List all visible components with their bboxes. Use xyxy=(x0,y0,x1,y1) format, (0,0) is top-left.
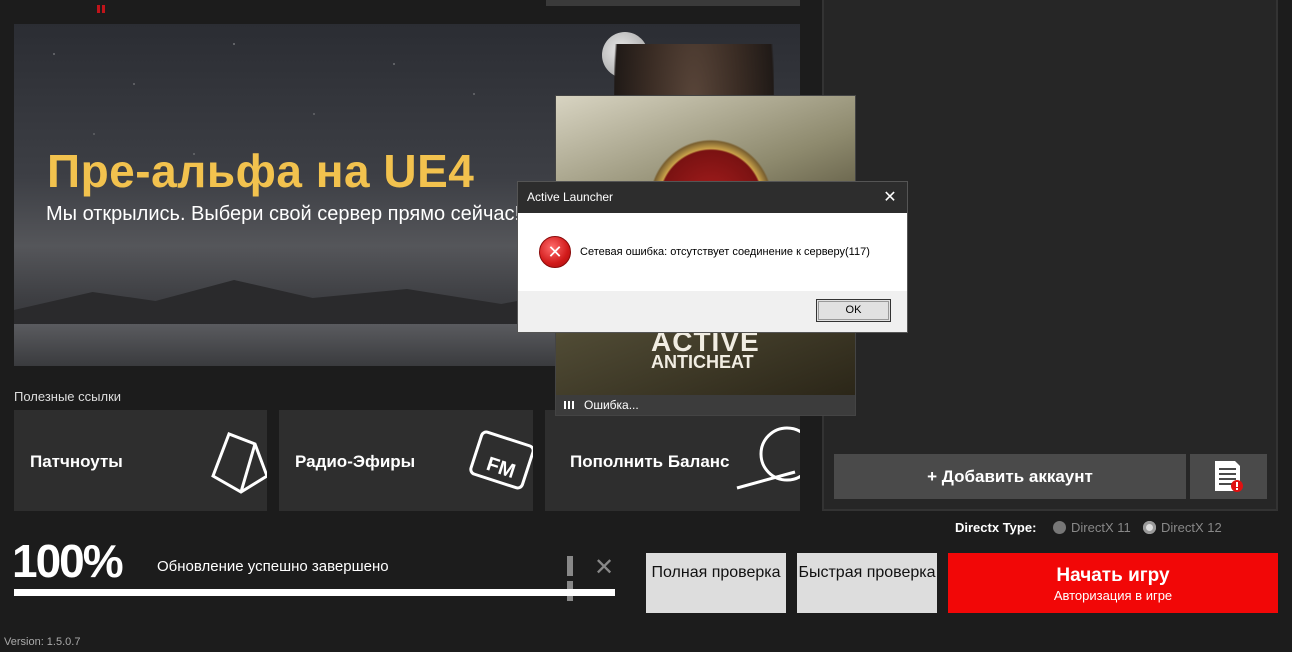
banner-subtitle: Мы открылись. Выбери свой сервер прямо с… xyxy=(46,203,521,225)
version-label: Version: 1.5.0.7 xyxy=(4,636,81,648)
dialog-message: Сетевая ошибка: отсутствует соединение к… xyxy=(580,246,870,258)
splash-status-text: Ошибка... xyxy=(584,398,639,412)
close-icon[interactable]: ✕ xyxy=(873,182,907,213)
log-button[interactable] xyxy=(1190,454,1267,499)
pause-icon[interactable] xyxy=(567,556,583,601)
logo-fragment xyxy=(97,0,107,13)
splash-brand-line2: ANTICHEAT xyxy=(651,352,754,372)
book-icon xyxy=(211,432,267,494)
dialog-title: Active Launcher xyxy=(527,190,614,204)
start-game-button[interactable]: Начать игру Авторизация в игре xyxy=(948,553,1278,613)
directx-12-radio[interactable]: DirectX 12 xyxy=(1143,520,1222,535)
start-game-label: Начать игру xyxy=(1056,565,1170,586)
top-bar-fragment xyxy=(546,0,800,6)
loading-bars-icon xyxy=(564,395,576,415)
update-percent: 100% xyxy=(12,535,124,587)
link-card-label: Патчноуты xyxy=(30,452,123,471)
update-progress-bar xyxy=(14,589,615,596)
progress-fill xyxy=(14,589,615,596)
error-dialog: Active Launcher ✕ ✕ Сетевая ошибка: отсу… xyxy=(517,181,908,333)
directx-option-label: DirectX 12 xyxy=(1161,520,1222,535)
start-game-sublabel: Авторизация в игре xyxy=(1053,588,1173,603)
link-card-label: Пополнить Баланс xyxy=(570,452,730,471)
ok-button[interactable]: OK xyxy=(816,299,891,322)
directx-type-label: Directx Type: xyxy=(955,520,1037,535)
radio-selected-icon xyxy=(1143,521,1156,534)
add-account-button[interactable]: + Добавить аккаунт xyxy=(834,454,1186,499)
quick-check-button[interactable]: Быстрая проверка xyxy=(797,553,937,613)
update-status: Обновление успешно завершено xyxy=(157,558,389,575)
directx-11-radio[interactable]: DirectX 11 xyxy=(1053,520,1131,535)
dialog-footer: OK xyxy=(518,291,907,332)
useful-links-label: Полезные ссылки xyxy=(14,389,122,404)
link-card-patchnotes[interactable]: Патчноуты xyxy=(14,410,267,511)
fm-radio-icon: FM xyxy=(469,430,533,490)
link-card-radio[interactable]: Радио-Эфиры FM xyxy=(279,410,533,511)
splash-status-bar: Ошибка... xyxy=(556,395,855,415)
dialog-body: ✕ Сетевая ошибка: отсутствует соединение… xyxy=(518,213,907,291)
directx-option-label: DirectX 11 xyxy=(1071,520,1131,535)
radio-icon xyxy=(1053,521,1066,534)
banner-title: Пре-альфа на UE4 xyxy=(47,145,475,197)
link-card-balance[interactable]: Пополнить Баланс xyxy=(545,410,800,511)
wallet-icon xyxy=(736,426,800,490)
cancel-update-icon[interactable]: ✕ xyxy=(594,553,614,582)
link-card-label: Радио-Эфиры xyxy=(295,452,416,471)
error-icon: ✕ xyxy=(539,236,571,268)
full-check-button[interactable]: Полная проверка xyxy=(646,553,786,613)
document-alert-icon xyxy=(1215,461,1243,492)
dialog-titlebar[interactable]: Active Launcher ✕ xyxy=(518,182,907,213)
